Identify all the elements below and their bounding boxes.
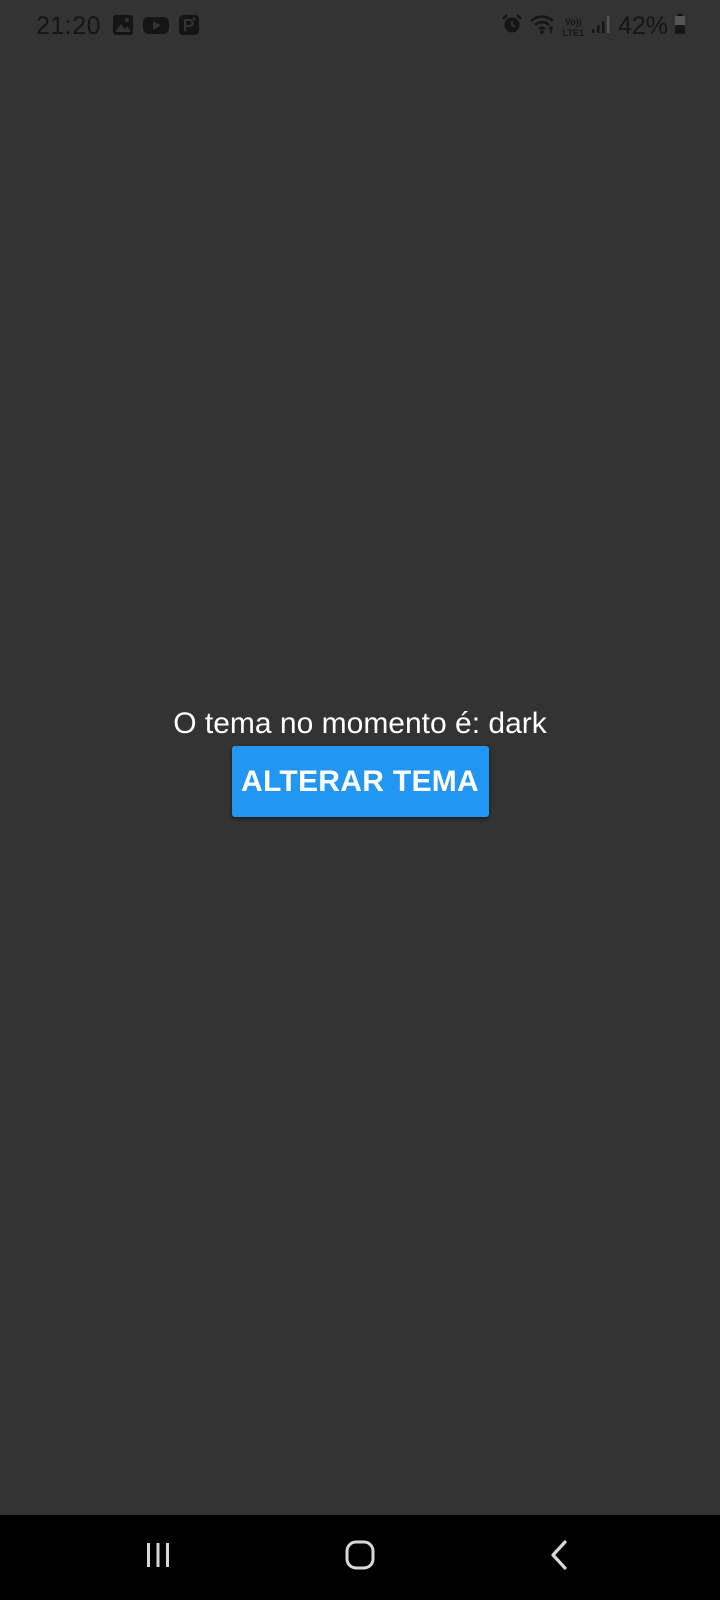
theme-status-text: O tema no momento é: dark	[173, 707, 547, 740]
back-button[interactable]	[500, 1515, 620, 1600]
battery-percentage: 42%	[617, 12, 668, 40]
status-time: 21:20	[36, 12, 102, 40]
app-screen: 21:20 Vo)) LTE1 42% O tema no momento é:…	[0, 0, 720, 1600]
system-status: Vo)) LTE1 42%	[501, 12, 686, 41]
gallery-icon	[112, 14, 134, 41]
youtube-icon	[142, 14, 170, 41]
wifi-icon	[529, 13, 557, 40]
recent-apps-icon	[143, 1540, 173, 1575]
main-content: O tema no momento é: dark ALTERAR TEMA	[0, 700, 720, 817]
home-icon	[344, 1539, 376, 1576]
volte-label: Vo))	[564, 16, 582, 27]
alter-theme-button[interactable]: ALTERAR TEMA	[231, 746, 489, 817]
home-button[interactable]	[300, 1515, 420, 1600]
volte-icon: Vo)) LTE1	[563, 16, 584, 38]
navigation-bar	[0, 1515, 720, 1600]
back-icon	[545, 1539, 575, 1576]
lte-label: LTE1	[562, 27, 584, 38]
signal-icon	[590, 13, 612, 40]
parking-app-icon	[178, 14, 200, 41]
battery-icon	[674, 13, 686, 40]
alarm-icon	[501, 13, 523, 40]
notification-icons	[112, 14, 200, 41]
status-bar: 21:20 Vo)) LTE1 42%	[0, 0, 720, 56]
recent-apps-button[interactable]	[98, 1515, 218, 1600]
